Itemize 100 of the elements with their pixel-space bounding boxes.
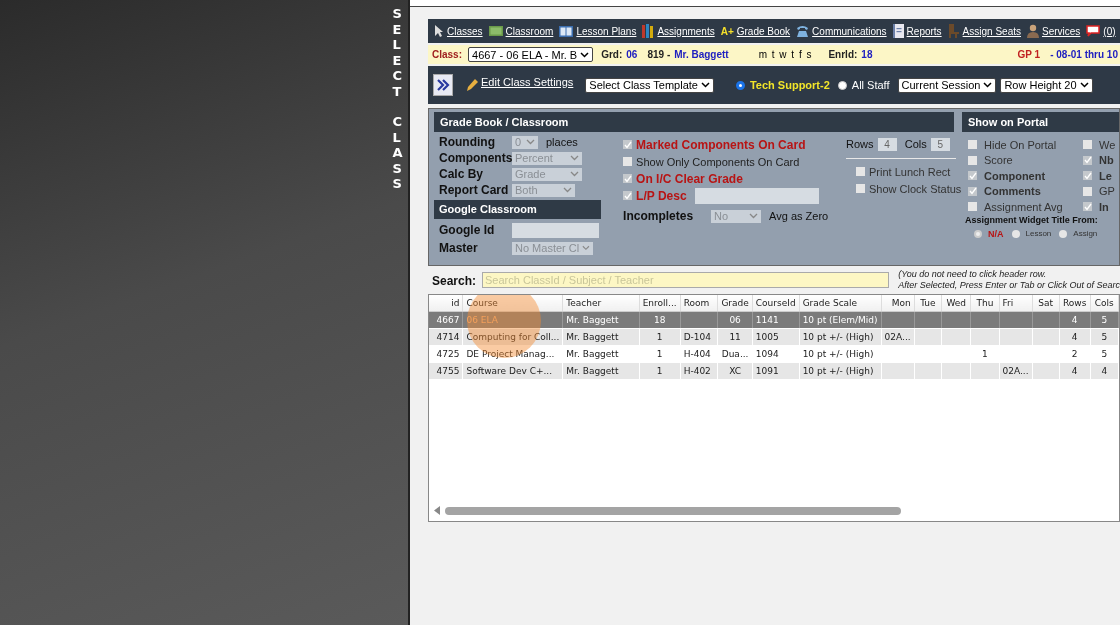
nav-link[interactable]: Reports (892, 24, 942, 38)
column-header[interactable]: Mon (881, 295, 915, 312)
table-cell: 1 (982, 349, 988, 359)
expand-button[interactable] (433, 74, 453, 96)
number-field[interactable]: 5 (930, 137, 950, 151)
grade-value: 06 (626, 49, 638, 60)
column-header[interactable]: id (429, 295, 463, 312)
nav-link[interactable]: Assign Seats (947, 24, 1021, 38)
table-row[interactable]: 4755 Software Dev C+... Mr. Baggett 1 H-402 XC 1091 10 pt +/- (High) 02A... 4 4 (429, 362, 1119, 380)
caret-icon (570, 155, 579, 161)
grade-label: Grd: (601, 49, 623, 60)
template-select[interactable]: Select Class Template (585, 77, 714, 93)
column-header[interactable]: Rows (1059, 295, 1091, 312)
table-cell: Mr. Baggett (566, 349, 619, 359)
option-label: Nb (1099, 154, 1114, 167)
input-field[interactable] (512, 222, 599, 238)
staff-radio[interactable]: Tech Support-2 (735, 79, 830, 91)
nav-link[interactable]: Services (1027, 24, 1081, 38)
option-label: Show Clock Status (869, 182, 962, 195)
table-cell: 4 (1101, 366, 1108, 376)
checkbox[interactable] (968, 140, 977, 150)
caret-icon (983, 82, 993, 88)
field-label: Master (439, 241, 479, 255)
column-header[interactable]: Tue (914, 295, 942, 312)
table-row[interactable]: 4667 06 ELA Mr. Baggett 18 06 1141 10 pt (Elem/Mid) 4 5 (429, 311, 1119, 329)
row-height-select[interactable]: Row Height 20 (1000, 77, 1093, 93)
left-arrow-icon[interactable] (433, 506, 441, 515)
table-cell: 4714 (436, 332, 460, 342)
checkbox[interactable] (856, 184, 865, 193)
column-header[interactable]: Room (680, 295, 718, 312)
session-select[interactable]: Current Session (897, 77, 997, 93)
nav-link[interactable]: Lesson Plans (559, 25, 637, 37)
nav-link[interactable]: (0) (1086, 25, 1116, 37)
option-label: GP (1099, 185, 1115, 198)
table-cell: 4 (1071, 332, 1078, 342)
nav-link[interactable]: Classes (434, 24, 483, 38)
widget-title-label: Assignment Widget Title From: (964, 214, 1099, 225)
checkbox[interactable] (856, 167, 865, 176)
caret-icon (526, 139, 535, 145)
column-header[interactable]: Teacher (562, 295, 640, 312)
horizontal-scrollbar[interactable] (433, 506, 903, 515)
teacher-name: Mr. Baggett (674, 49, 729, 60)
table-cell: D-104 (683, 332, 711, 342)
column-header[interactable]: Sat (1032, 295, 1060, 312)
table-row[interactable]: 4725 DE Project Manag... Mr. Baggett 1 H-404 Dua... 1094 10 pt +/- (High) 1 2 5 (429, 345, 1119, 363)
book-icon (559, 25, 574, 37)
checkbox[interactable] (623, 140, 633, 149)
nav-link[interactable]: Assignments (642, 24, 715, 38)
checkbox[interactable] (623, 191, 633, 200)
column-header[interactable]: Enroll... (639, 295, 681, 312)
column-header[interactable]: Cols (1090, 295, 1119, 312)
column-header[interactable]: Grade (717, 295, 753, 312)
caret-icon (582, 245, 590, 251)
table-cell: Mr. Baggett (566, 366, 619, 376)
checkbox[interactable] (623, 174, 633, 183)
column-header[interactable]: Fri (999, 295, 1033, 312)
table-cell: XC (729, 366, 741, 376)
checkbox[interactable] (968, 171, 977, 181)
nav-link[interactable]: Communications (796, 25, 887, 37)
checkbox[interactable] (1083, 171, 1092, 181)
title-source-radio[interactable]: Assign (1059, 228, 1098, 239)
title-source-radio[interactable]: Lesson (1011, 228, 1052, 239)
column-header[interactable]: Thu (970, 295, 999, 312)
table-cell: Dua... (721, 349, 749, 359)
person-icon (1027, 24, 1039, 38)
checkbox[interactable] (1083, 202, 1092, 212)
checkbox[interactable] (623, 157, 633, 166)
checkbox[interactable] (968, 202, 977, 212)
column-header[interactable]: Wed (941, 295, 971, 312)
caret-icon (563, 187, 572, 193)
period-dates: - 08-01 thru 10 (1050, 49, 1119, 60)
number-field[interactable]: 4 (877, 137, 897, 151)
table-cell: 02A... (1002, 366, 1029, 376)
class-select[interactable]: 4667 - 06 ELA - Mr. B (468, 47, 594, 62)
column-header[interactable]: CourseId (752, 295, 800, 312)
checkbox[interactable] (968, 155, 977, 165)
edit-settings-link[interactable]: Edit Class Settings (481, 76, 574, 88)
table-cell: DE Project Manag... (466, 349, 555, 359)
nav-link[interactable]: A+ Grade Book (720, 25, 791, 37)
column-header[interactable]: Grade Scale (799, 295, 882, 312)
checkbox[interactable] (1083, 155, 1092, 165)
option-label: L/P Desc (636, 188, 687, 203)
room-number: 819 - (647, 49, 671, 60)
option-label: Show Only Components On Card (636, 155, 800, 168)
table-cell: 11 (729, 332, 741, 342)
side-label: SELECT (392, 6, 402, 99)
checkbox[interactable] (1083, 186, 1092, 196)
enrolled-label: Enrld: (828, 49, 858, 60)
table-cell: 1 (656, 332, 663, 342)
input-field[interactable] (694, 187, 819, 204)
field-suffix: Avg as Zero (769, 210, 829, 222)
staff-radio[interactable]: All Staff (837, 79, 890, 91)
table-cell: 4 (1071, 315, 1078, 325)
search-label: Search: (431, 273, 478, 288)
table-cell: 10 pt +/- (High) (802, 366, 874, 376)
checkbox[interactable] (968, 186, 977, 196)
table-cell: 2 (1071, 349, 1078, 359)
checkbox[interactable] (1083, 140, 1092, 150)
table-cell: Mr. Baggett (566, 332, 619, 342)
nav-link[interactable]: Classroom (488, 25, 554, 37)
